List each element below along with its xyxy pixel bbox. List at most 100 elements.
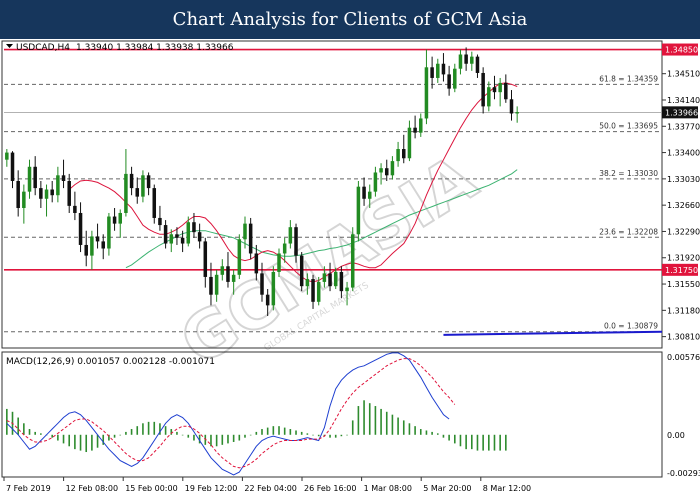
- candle-body: [180, 237, 185, 244]
- price-tick-label: 1.33770: [667, 122, 700, 131]
- candle-body: [50, 189, 54, 196]
- candle-body: [248, 223, 253, 254]
- macd-histogram-bar: [453, 434, 456, 444]
- candle-body: [33, 166, 37, 189]
- candle-body: [384, 168, 389, 176]
- price-tick-label: 1.34140: [667, 96, 700, 105]
- candle-body: [56, 175, 60, 196]
- fib-label: 50.0 = 1.33695: [599, 122, 658, 131]
- candle-body: [282, 243, 287, 254]
- candle-body: [305, 279, 310, 287]
- price-tick-label: 1.34510: [667, 70, 700, 79]
- candle-body: [396, 149, 400, 162]
- candle-body: [487, 87, 491, 107]
- time-tick-label: 22 Feb 04:00: [244, 484, 296, 493]
- macd-histogram-bar: [249, 434, 252, 436]
- candle-body: [458, 54, 463, 69]
- macd-histogram-bar: [306, 433, 309, 435]
- candle-body: [470, 56, 474, 64]
- macd-histogram-bar: [459, 434, 462, 447]
- candle-body: [135, 188, 140, 197]
- macd-histogram-bar: [68, 434, 71, 447]
- candle-body: [243, 223, 247, 240]
- candle-body: [288, 227, 293, 244]
- candle-body: [141, 175, 145, 197]
- macd-histogram-bar: [391, 414, 394, 435]
- macd-histogram-bar: [261, 429, 263, 435]
- macd-histogram-bar: [147, 421, 150, 435]
- macd-histogram-bar: [227, 434, 229, 444]
- macd-histogram-bar: [74, 434, 76, 450]
- instrument-ohlc: 1.33940 1.33984 1.33938 1.33966: [76, 43, 234, 53]
- candle-body: [373, 172, 378, 192]
- macd-histogram-bar: [62, 434, 65, 444]
- candle-body: [294, 227, 298, 256]
- macd-histogram-bar: [317, 434, 320, 437]
- macd-histogram-bar: [402, 420, 405, 435]
- candle-body: [339, 271, 344, 292]
- macd-histogram-bar: [272, 426, 275, 435]
- macd-histogram-bar: [85, 434, 88, 453]
- macd-axis: 0.005761 0.00 -0.002938: [667, 353, 700, 478]
- candle-body: [328, 273, 332, 287]
- macd-histogram-bar: [221, 434, 224, 445]
- candle-body: [175, 234, 179, 238]
- candle-body: [407, 127, 412, 159]
- candle-body: [379, 168, 383, 173]
- macd-histogram-bar: [448, 434, 450, 441]
- macd-histogram-bar: [419, 429, 422, 435]
- candle-body: [73, 205, 77, 213]
- macd-histogram-bar: [210, 434, 212, 447]
- time-axis: 7 Feb 2019 12 Feb 08:00 15 Feb 00:00 19 Feb…: [3, 477, 531, 493]
- candle-body: [27, 166, 32, 192]
- macd-histogram-bar: [505, 434, 507, 451]
- macd-histogram-bar: [181, 434, 184, 436]
- macd-histogram-bar: [136, 426, 139, 435]
- time-tick-label: 26 Feb 16:00: [304, 484, 356, 493]
- macd-histogram-bar: [255, 431, 258, 435]
- macd-histogram-bar: [40, 433, 42, 435]
- candle-body: [203, 241, 208, 277]
- macd-histogram-bar: [51, 434, 53, 438]
- current-price-tag: 1.33966: [665, 108, 698, 117]
- macd-histogram-bar: [408, 423, 411, 435]
- macd-histogram-bar: [374, 406, 377, 435]
- candle-body: [475, 56, 480, 73]
- price-tick-label: 1.32290: [667, 227, 700, 236]
- candle-body: [367, 191, 372, 199]
- candle-body: [447, 74, 451, 89]
- candle-body: [390, 161, 395, 176]
- candle-body: [186, 222, 191, 244]
- macd-histogram-bar: [340, 434, 343, 437]
- candle-body: [492, 87, 497, 93]
- macd-histogram-bar: [471, 434, 473, 450]
- candle-body: [220, 266, 225, 275]
- candle-body: [5, 152, 9, 160]
- support-price-tag: 1.31750: [665, 266, 698, 275]
- candle-body: [158, 217, 162, 226]
- price-tick-label: 1.31920: [667, 254, 700, 263]
- macd-histogram-bar: [119, 434, 122, 436]
- macd-histogram-bar: [6, 408, 8, 435]
- candle-body: [464, 54, 468, 64]
- macd-histogram-bar: [142, 423, 144, 435]
- macd-histogram-bar: [79, 434, 82, 451]
- macd-histogram-bar: [346, 434, 348, 436]
- macd-histogram-bar: [57, 434, 59, 441]
- macd-histogram-bar: [436, 433, 439, 435]
- macd-histogram-bar: [28, 429, 31, 435]
- candle-body: [95, 236, 100, 242]
- candle-body: [124, 173, 128, 213]
- macd-histogram-bar: [23, 423, 25, 435]
- macd-histogram-bar: [125, 431, 127, 435]
- macd-histogram-bar: [244, 434, 246, 438]
- candle-body: [498, 82, 502, 93]
- price-tick-label: 1.32660: [667, 201, 700, 210]
- candle-body: [504, 82, 508, 100]
- candle-body: [152, 188, 157, 218]
- macd-histogram-bar: [232, 434, 235, 442]
- candle-body: [84, 244, 88, 256]
- macd-histogram-bar: [278, 426, 280, 435]
- candle-body: [441, 63, 446, 75]
- macd-tick-label: -0.002938: [667, 469, 700, 478]
